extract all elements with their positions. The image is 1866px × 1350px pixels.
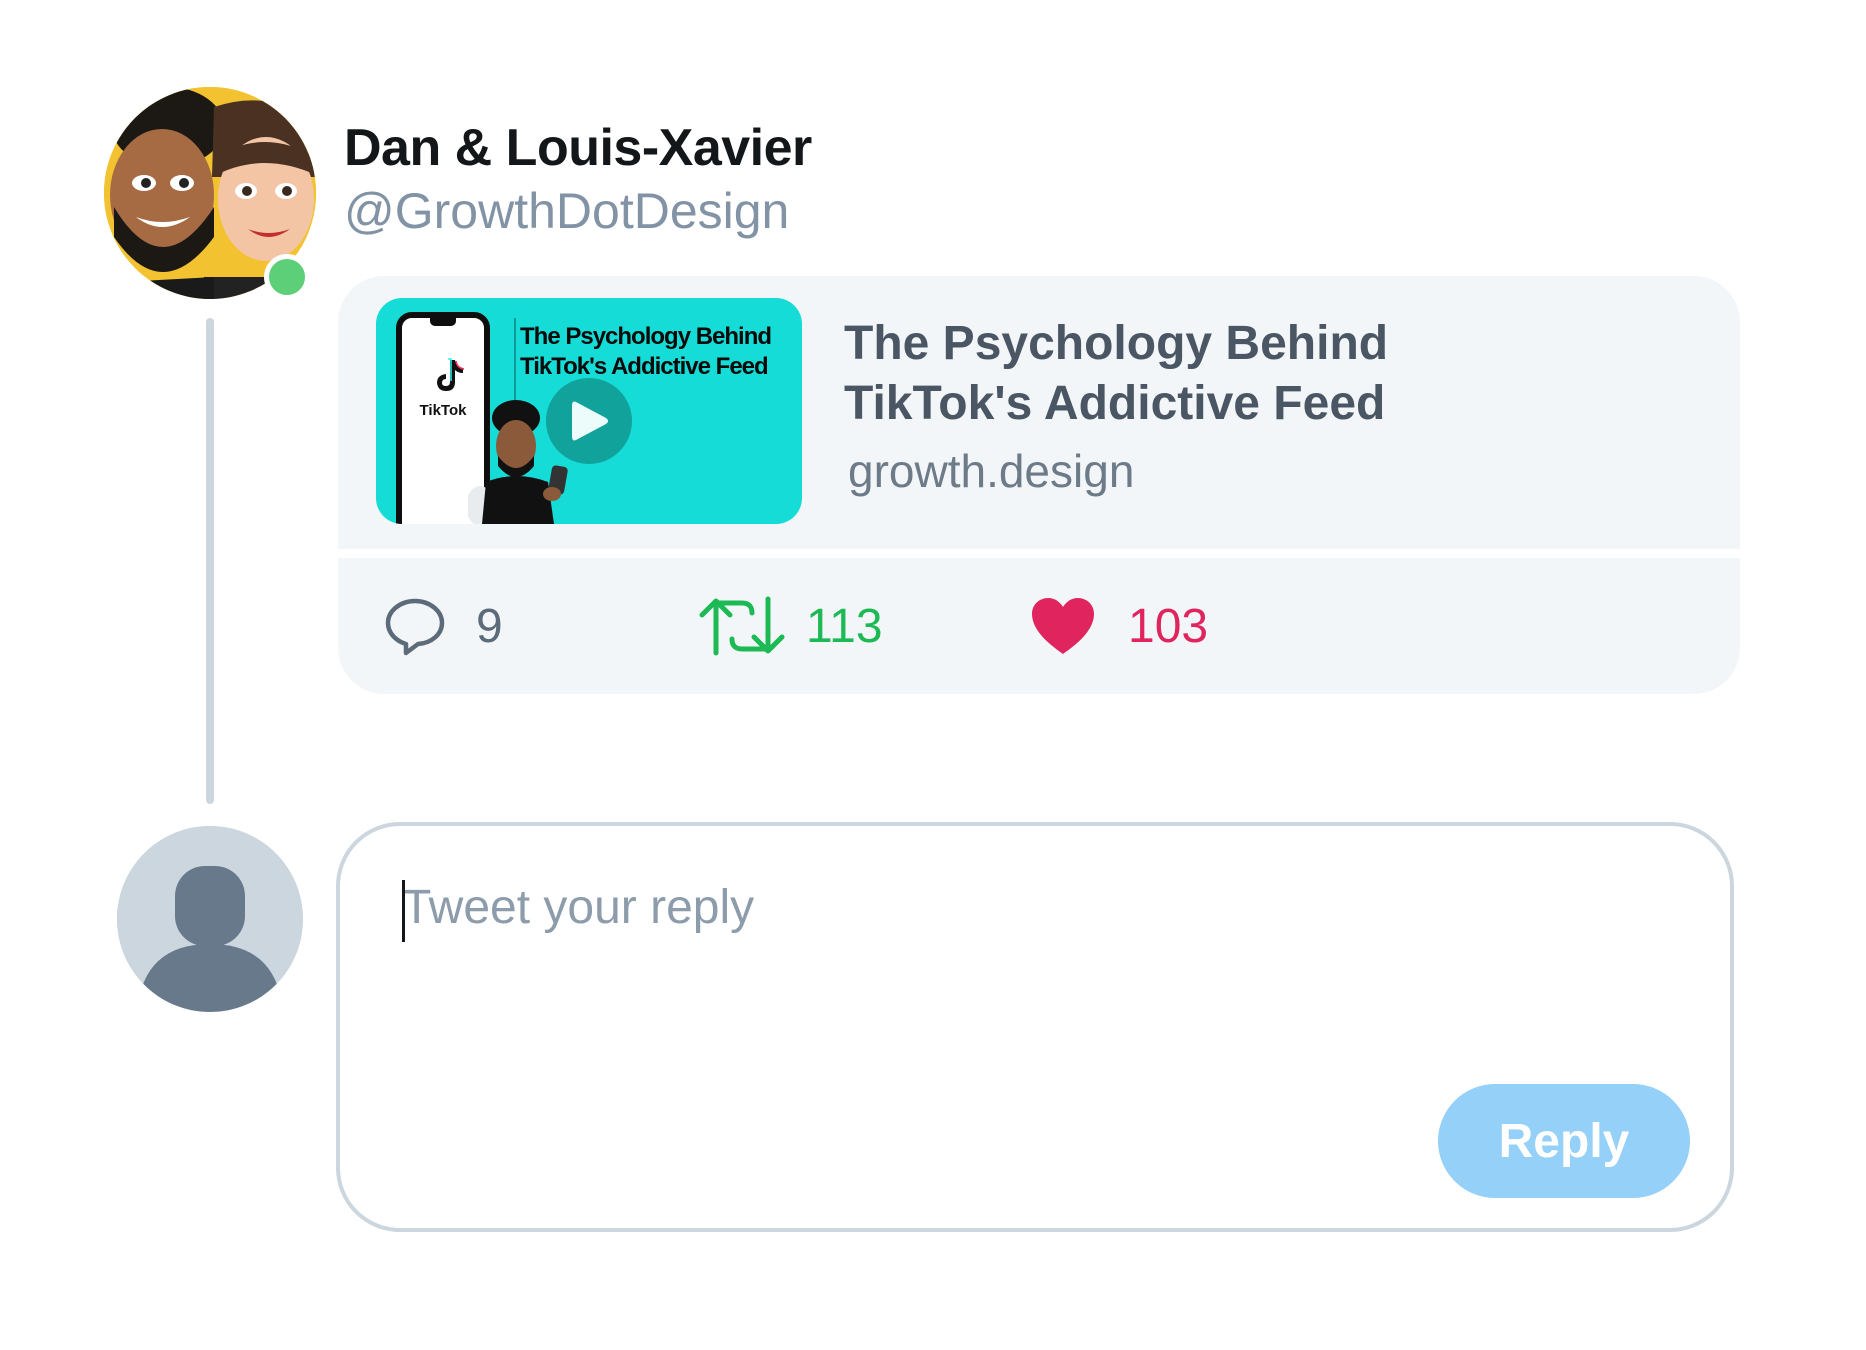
- link-preview-domain: growth.design: [848, 445, 1135, 497]
- reply-composer[interactable]: Reply: [336, 822, 1734, 1232]
- current-user-avatar[interactable]: [117, 826, 303, 1012]
- card-divider: [338, 549, 1740, 558]
- like-count: 103: [1128, 599, 1209, 653]
- online-status-indicator: [264, 254, 310, 300]
- author-handle[interactable]: @GrowthDotDesign: [344, 182, 789, 240]
- tiktok-logo-icon: [437, 358, 465, 391]
- reply-action-button[interactable]: 9: [384, 586, 503, 666]
- reply-count: 9: [476, 599, 503, 653]
- thread-connector-line: [206, 318, 214, 804]
- retweet-icon: [699, 596, 785, 656]
- heart-icon: [1032, 598, 1094, 654]
- thumbnail-divider: [514, 318, 516, 408]
- speech-bubble-icon: [385, 598, 445, 656]
- default-user-icon: [117, 826, 303, 1012]
- retweet-action-button[interactable]: 113: [698, 586, 883, 666]
- retweet-count: 113: [806, 599, 883, 653]
- play-icon: [572, 401, 608, 441]
- link-preview-title[interactable]: The Psychology Behind TikTok's Addictive…: [844, 314, 1404, 434]
- tweet-card[interactable]: TikTok The Psychology Behind TikTok's Ad…: [338, 276, 1740, 694]
- thumbnail-title: The Psychology Behind TikTok's Addictive…: [520, 323, 772, 380]
- like-action-button[interactable]: 103: [1030, 586, 1208, 666]
- link-preview-thumbnail[interactable]: TikTok The Psychology Behind TikTok's Ad…: [376, 298, 802, 524]
- play-button[interactable]: [546, 378, 632, 464]
- reply-button[interactable]: Reply: [1438, 1084, 1690, 1198]
- author-name[interactable]: Dan & Louis-Xavier: [344, 118, 812, 178]
- reply-input[interactable]: [402, 872, 1402, 942]
- phone-notch: [430, 318, 456, 326]
- text-caret: [402, 880, 405, 942]
